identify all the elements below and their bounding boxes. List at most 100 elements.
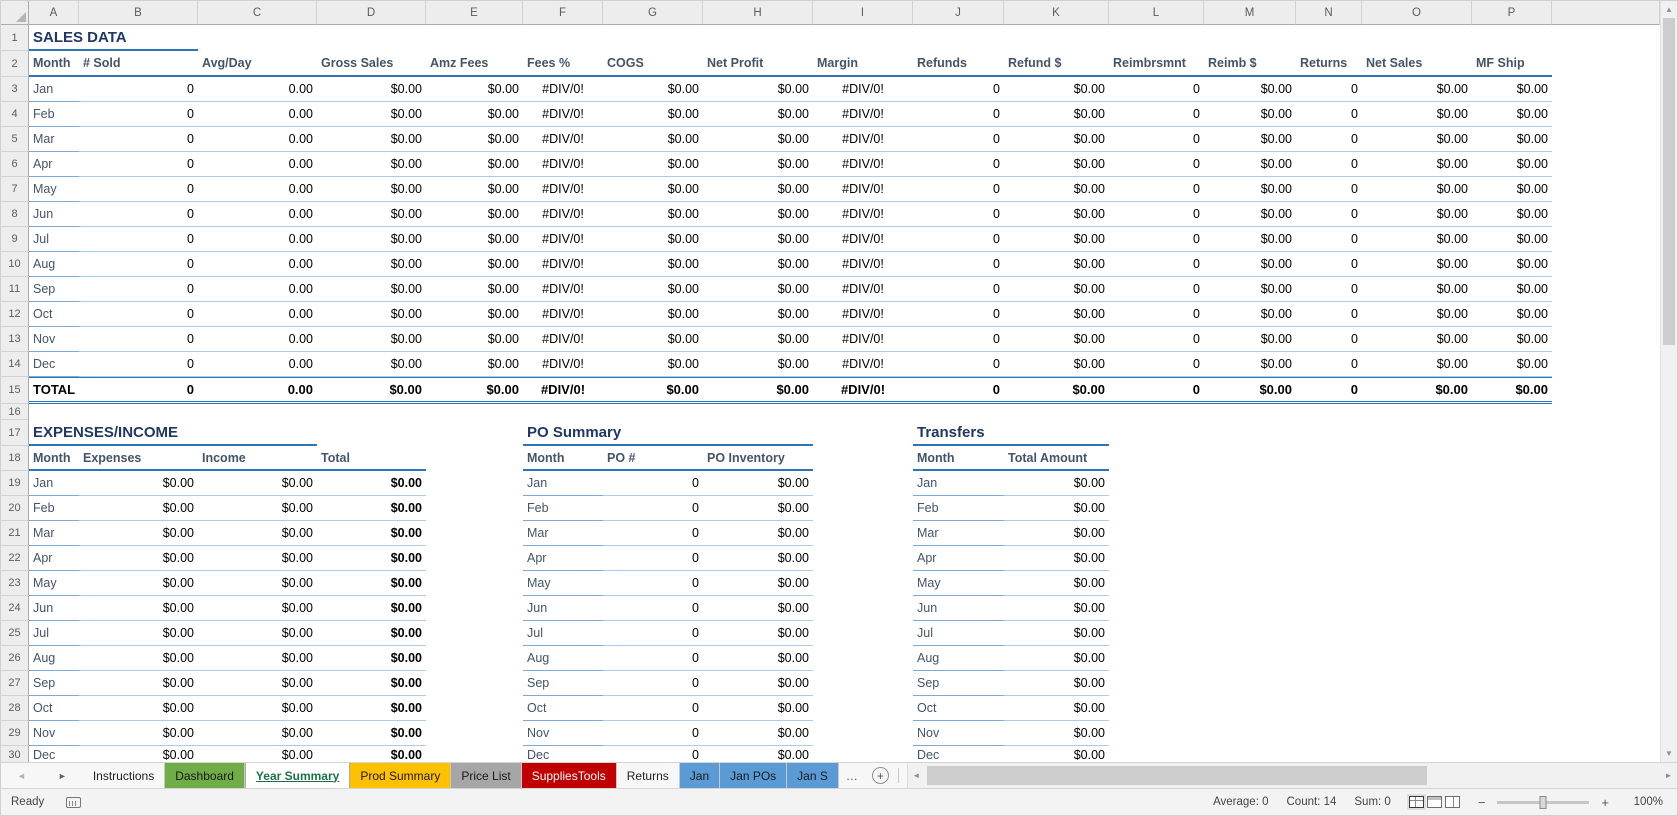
cell-H5[interactable]: $0.00 — [703, 127, 813, 152]
cell-C22[interactable]: $0.00 — [198, 546, 317, 571]
cell-O3[interactable]: $0.00 — [1362, 77, 1472, 102]
transfers-header-month[interactable]: Month — [913, 446, 1004, 471]
sheet-tab-instructions[interactable]: Instructions — [83, 763, 165, 788]
cell-A15[interactable]: TOTAL — [29, 377, 79, 404]
cell-D5[interactable]: $0.00 — [317, 127, 426, 152]
macro-record-icon[interactable] — [66, 797, 81, 808]
cell-F20[interactable]: Feb — [523, 496, 603, 521]
cell-F21[interactable]: Mar — [523, 521, 603, 546]
vertical-scrollbar-thumb[interactable] — [1663, 18, 1675, 345]
cell-D7[interactable]: $0.00 — [317, 177, 426, 202]
cell-K29[interactable]: $0.00 — [1004, 721, 1109, 746]
cell-F27[interactable]: Sep — [523, 671, 603, 696]
sheet-tab-jan[interactable]: Jan — [680, 763, 720, 788]
cell-D14[interactable]: $0.00 — [317, 352, 426, 377]
cell-O10[interactable]: $0.00 — [1362, 252, 1472, 277]
horizontal-scrollbar-track[interactable] — [925, 763, 1660, 788]
cell-F4[interactable]: #DIV/0! — [523, 102, 603, 127]
column-header-K[interactable]: K — [1004, 1, 1109, 25]
po-summary-title[interactable]: PO Summary — [523, 420, 603, 446]
cell-P9[interactable]: $0.00 — [1472, 227, 1552, 252]
cell-C19[interactable]: $0.00 — [198, 471, 317, 496]
cell-E9[interactable]: $0.00 — [426, 227, 523, 252]
column-header-E[interactable]: E — [426, 1, 523, 25]
column-header-M[interactable]: M — [1204, 1, 1296, 25]
cell-M4[interactable]: $0.00 — [1204, 102, 1296, 127]
cell-K21[interactable]: $0.00 — [1004, 521, 1109, 546]
cell-D22[interactable]: $0.00 — [317, 546, 426, 571]
cell-P8[interactable]: $0.00 — [1472, 202, 1552, 227]
cell-J12[interactable]: 0 — [913, 302, 1004, 327]
cell-A7[interactable]: May — [29, 177, 79, 202]
expenses-header-month[interactable]: Month — [29, 446, 79, 471]
cell-D20[interactable]: $0.00 — [317, 496, 426, 521]
cell-D4[interactable]: $0.00 — [317, 102, 426, 127]
row-header-24[interactable]: 24 — [1, 596, 29, 621]
column-header-D[interactable]: D — [317, 1, 426, 25]
cell-C7[interactable]: 0.00 — [198, 177, 317, 202]
cell-J11[interactable]: 0 — [913, 277, 1004, 302]
cell-A20[interactable]: Feb — [29, 496, 79, 521]
sales-header-cogs[interactable]: COGS — [603, 51, 703, 77]
cell-P11[interactable]: $0.00 — [1472, 277, 1552, 302]
cell-J29[interactable]: Nov — [913, 721, 1004, 746]
sheet-tab-jan-pos[interactable]: Jan POs — [720, 763, 787, 788]
cell-B9[interactable]: 0 — [79, 227, 198, 252]
cell-M12[interactable]: $0.00 — [1204, 302, 1296, 327]
scroll-left-icon[interactable]: ◄ — [908, 763, 925, 788]
cell-C4[interactable]: 0.00 — [198, 102, 317, 127]
cell-K7[interactable]: $0.00 — [1004, 177, 1109, 202]
cell-P3[interactable]: $0.00 — [1472, 77, 1552, 102]
row-header-27[interactable]: 27 — [1, 671, 29, 696]
po-header-po[interactable]: PO # — [603, 446, 703, 471]
cell-F26[interactable]: Aug — [523, 646, 603, 671]
cell-L4[interactable]: 0 — [1109, 102, 1204, 127]
cell-B15[interactable]: 0 — [79, 377, 198, 404]
po-header-month[interactable]: Month — [523, 446, 603, 471]
cell-C3[interactable]: 0.00 — [198, 77, 317, 102]
select-all-button[interactable] — [1, 1, 29, 25]
cell-G11[interactable]: $0.00 — [603, 277, 703, 302]
cell-O11[interactable]: $0.00 — [1362, 277, 1472, 302]
cell-F6[interactable]: #DIV/0! — [523, 152, 603, 177]
cell-C10[interactable]: 0.00 — [198, 252, 317, 277]
zoom-slider[interactable] — [1497, 801, 1589, 804]
cell-A11[interactable]: Sep — [29, 277, 79, 302]
cell-E15[interactable]: $0.00 — [426, 377, 523, 404]
cell-L13[interactable]: 0 — [1109, 327, 1204, 352]
vertical-scrollbar[interactable]: ▲ ▼ — [1660, 1, 1677, 762]
cell-J22[interactable]: Apr — [913, 546, 1004, 571]
cell-N7[interactable]: 0 — [1296, 177, 1362, 202]
cell-B22[interactable]: $0.00 — [79, 546, 198, 571]
cell-P14[interactable]: $0.00 — [1472, 352, 1552, 377]
cell-K30[interactable]: $0.00 — [1004, 746, 1109, 762]
cell-D11[interactable]: $0.00 — [317, 277, 426, 302]
cell-B28[interactable]: $0.00 — [79, 696, 198, 721]
cell-G26[interactable]: 0 — [603, 646, 703, 671]
cell-P12[interactable]: $0.00 — [1472, 302, 1552, 327]
cell-D24[interactable]: $0.00 — [317, 596, 426, 621]
cell-F8[interactable]: #DIV/0! — [523, 202, 603, 227]
row-header-17[interactable]: 17 — [1, 420, 29, 446]
row-header-9[interactable]: 9 — [1, 227, 29, 252]
page-break-view-icon[interactable] — [1445, 796, 1460, 808]
cell-J27[interactable]: Sep — [913, 671, 1004, 696]
cell-I8[interactable]: #DIV/0! — [813, 202, 913, 227]
cell-C6[interactable]: 0.00 — [198, 152, 317, 177]
cell-H4[interactable]: $0.00 — [703, 102, 813, 127]
cell-F30[interactable]: Dec — [523, 746, 603, 762]
cell-H7[interactable]: $0.00 — [703, 177, 813, 202]
cell-K25[interactable]: $0.00 — [1004, 621, 1109, 646]
cell-G24[interactable]: 0 — [603, 596, 703, 621]
cell-N10[interactable]: 0 — [1296, 252, 1362, 277]
sales-header-avg-day[interactable]: Avg/Day — [198, 51, 317, 77]
cell-C12[interactable]: 0.00 — [198, 302, 317, 327]
cell-K4[interactable]: $0.00 — [1004, 102, 1109, 127]
cell-F25[interactable]: Jul — [523, 621, 603, 646]
cell-B5[interactable]: 0 — [79, 127, 198, 152]
cell-C27[interactable]: $0.00 — [198, 671, 317, 696]
cell-K20[interactable]: $0.00 — [1004, 496, 1109, 521]
cell-P13[interactable]: $0.00 — [1472, 327, 1552, 352]
row-header-25[interactable]: 25 — [1, 621, 29, 646]
cell-O13[interactable]: $0.00 — [1362, 327, 1472, 352]
